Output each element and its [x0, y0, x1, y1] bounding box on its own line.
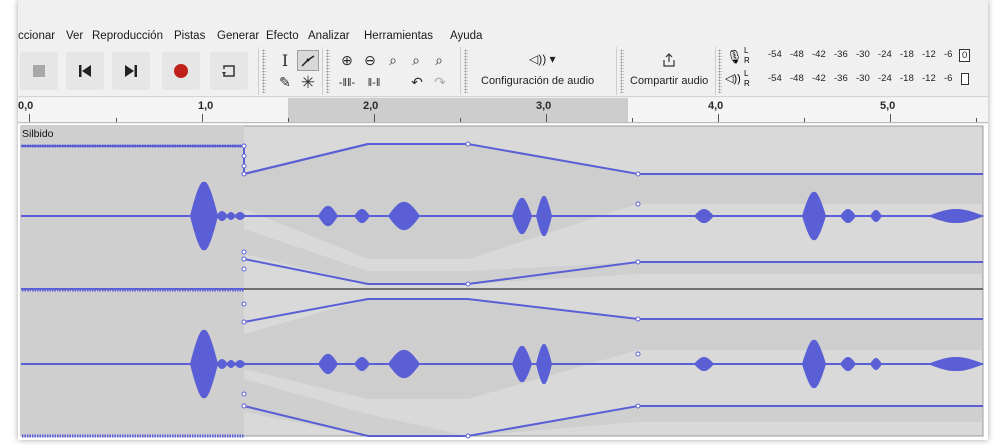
share-audio-label: Compartir audio — [630, 75, 709, 87]
trim-icon: -‖‖- — [338, 76, 356, 89]
ruler-label: 4,0 — [708, 100, 724, 112]
track-name[interactable]: Silbido — [22, 128, 54, 140]
draw-tool-button[interactable]: ✎ — [274, 72, 296, 93]
menu-bar: ccionar Ver Reproducción Pistas Generar … — [18, 27, 988, 45]
audacity-window: ccionar Ver Reproducción Pistas Generar … — [18, 0, 988, 440]
silence-button[interactable]: ‖-‖ — [363, 72, 385, 93]
menu-item-playback[interactable]: Reproducción — [92, 30, 163, 42]
fit-selection-button[interactable]: ⌕ — [382, 50, 404, 71]
envelope-tool-button[interactable] — [297, 50, 319, 71]
menu-item-select[interactable]: ccionar — [18, 30, 55, 42]
undo-button[interactable]: ↶ — [406, 72, 428, 93]
ruler-label: 2,0 — [363, 100, 379, 112]
stop-icon — [33, 65, 45, 77]
waveform-display[interactable] — [18, 124, 988, 440]
skip-to-start-icon — [79, 65, 91, 77]
audio-track[interactable]: Silbido — [18, 124, 988, 440]
zoom-out-icon: ⊖ — [364, 52, 376, 68]
timeline-ruler[interactable]: 0,0 1,0 2,0 3,0 4,0 5,0 — [18, 98, 988, 123]
menu-item-view[interactable]: Ver — [66, 30, 83, 42]
menu-item-effect[interactable]: Efecto — [266, 30, 299, 42]
fit-selection-icon: ⌕ — [389, 52, 397, 68]
asterisk-icon: ✳ — [300, 72, 316, 92]
ruler-selection — [288, 98, 628, 122]
meter-l-label: L — [744, 46, 749, 55]
record-meter-icon[interactable]: 🎙 — [726, 49, 743, 65]
record-meter-scale[interactable]: -54 -48 -42 -36 -30 -24 -18 -12 -6 0 — [754, 49, 984, 67]
meter-r-label-play: R — [744, 79, 750, 88]
audio-setup-label: Configuración de audio — [481, 75, 595, 87]
loop-button[interactable] — [210, 52, 248, 90]
skip-to-start-button[interactable] — [66, 52, 104, 90]
menu-item-tools[interactable]: Herramientas — [364, 30, 433, 42]
meter-r-label: R — [744, 56, 750, 65]
redo-icon: ↷ — [434, 74, 446, 90]
speaker-icon: ◁)) ▾ — [529, 52, 556, 66]
fit-project-button[interactable]: ⌕ — [405, 50, 427, 71]
meter-l-label-play: L — [744, 69, 749, 78]
record-button[interactable] — [162, 52, 200, 90]
menu-item-generate[interactable]: Generar — [217, 30, 259, 42]
share-audio-button[interactable]: Compartir audio — [624, 47, 714, 95]
undo-icon: ↶ — [411, 74, 423, 90]
fit-project-icon: ⌕ — [412, 52, 420, 68]
zoom-in-button[interactable]: ⊕ — [336, 50, 358, 71]
pencil-icon: ✎ — [279, 74, 291, 90]
zoom-toggle-button[interactable]: ⌕ — [428, 50, 450, 71]
redo-button[interactable]: ↷ — [429, 72, 451, 93]
ruler-label: 3,0 — [536, 100, 552, 112]
stop-button[interactable] — [20, 52, 58, 90]
menu-item-analyze[interactable]: Analizar — [308, 30, 350, 42]
zoom-toggle-icon: ⌕ — [435, 52, 443, 68]
menu-item-help[interactable]: Ayuda — [450, 30, 482, 42]
audio-setup-button[interactable]: ◁)) ▾ Configuración de audio — [473, 47, 613, 95]
ruler-label: 0,0 — [18, 100, 34, 112]
loop-icon — [222, 65, 235, 77]
zoom-out-button[interactable]: ⊖ — [359, 50, 381, 71]
skip-to-end-icon — [125, 65, 137, 77]
ruler-label: 1,0 — [198, 100, 214, 112]
menu-item-tracks[interactable]: Pistas — [174, 30, 205, 42]
skip-to-end-button[interactable] — [112, 52, 150, 90]
ruler-label: 5,0 — [880, 100, 896, 112]
selection-tool-button[interactable]: I — [274, 50, 296, 71]
share-icon — [663, 53, 675, 67]
multi-tool-button[interactable]: ✳ — [297, 72, 319, 93]
trim-button[interactable]: -‖‖- — [336, 72, 358, 93]
silence-icon: ‖-‖ — [367, 76, 381, 89]
envelope-tool-icon — [301, 54, 315, 67]
record-icon — [174, 64, 188, 78]
zoom-in-icon: ⊕ — [341, 52, 353, 68]
playback-meter-scale[interactable]: -54 -48 -42 -36 -30 -24 -18 -12 -6 — [754, 73, 984, 91]
i-beam-icon: I — [281, 51, 289, 70]
playback-meter-icon[interactable]: ◁)) — [725, 72, 741, 85]
toolbar: I ✎ ✳ ⊕ ⊖ ⌕ ⌕ ⌕ -‖‖- ‖-‖ ↶ ↷ ◁)) ▾ Confi… — [18, 45, 988, 97]
